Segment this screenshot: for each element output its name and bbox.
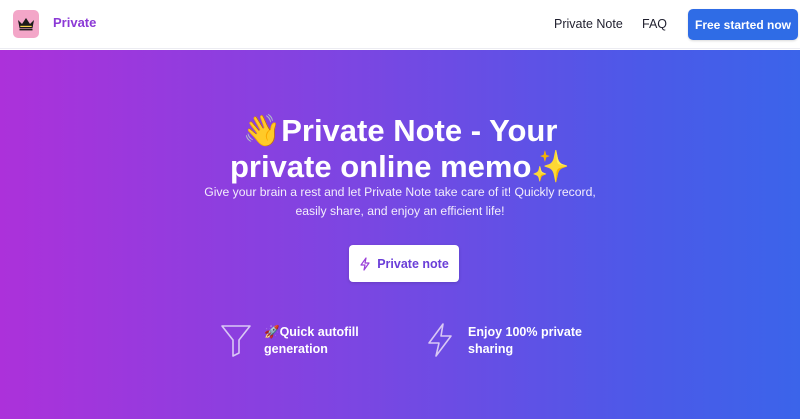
sparkles-icon: ✨: [531, 149, 571, 185]
private-note-button[interactable]: Private note: [349, 245, 459, 282]
brand-name[interactable]: Private: [53, 15, 96, 30]
lightning-icon: [360, 256, 370, 271]
feature-title-quick-autofill: Quick autofill: [279, 325, 359, 339]
feature-quick-autofill: 🚀Quick autofill generation: [220, 322, 359, 358]
lightning-outline-icon: [428, 323, 452, 357]
navbar: Private Private Note FAQ Free started no…: [0, 0, 800, 49]
crown-icon: [18, 18, 34, 31]
hero-subtitle-line-2: easily share, and enjoy an efficient lif…: [295, 204, 505, 218]
nav-link-private-note[interactable]: Private Note: [554, 17, 623, 31]
feature-title-private-sharing: Enjoy 100% private: [468, 325, 582, 339]
funnel-icon: [221, 325, 251, 357]
rocket-icon: 🚀: [264, 325, 280, 339]
feature-text-quick-autofill: 🚀Quick autofill generation: [264, 322, 359, 358]
hero-subtitle-line-1: Give your brain a rest and let Private N…: [204, 185, 596, 199]
hero-title-line-2: private online memo: [229, 149, 532, 184]
hero-section: 👋Private Note - Your private online memo…: [0, 50, 800, 419]
feature-text-private-sharing: Enjoy 100% private sharing: [468, 322, 582, 358]
feature-private-sharing: Enjoy 100% private sharing: [424, 322, 582, 358]
nav-link-faq[interactable]: FAQ: [642, 17, 667, 31]
hero-title: 👋Private Note - Your private online memo…: [0, 113, 800, 185]
waving-hand-icon: 👋: [242, 113, 282, 149]
hero-subtitle: Give your brain a rest and let Private N…: [200, 183, 600, 221]
feature-subtitle-quick-autofill: generation: [264, 342, 328, 356]
private-note-button-label: Private note: [377, 256, 449, 271]
feature-subtitle-private-sharing: sharing: [468, 342, 514, 356]
hero-title-line-1: Private Note - Your: [281, 113, 558, 148]
free-started-now-button[interactable]: Free started now: [688, 9, 798, 40]
logo[interactable]: [13, 10, 39, 38]
